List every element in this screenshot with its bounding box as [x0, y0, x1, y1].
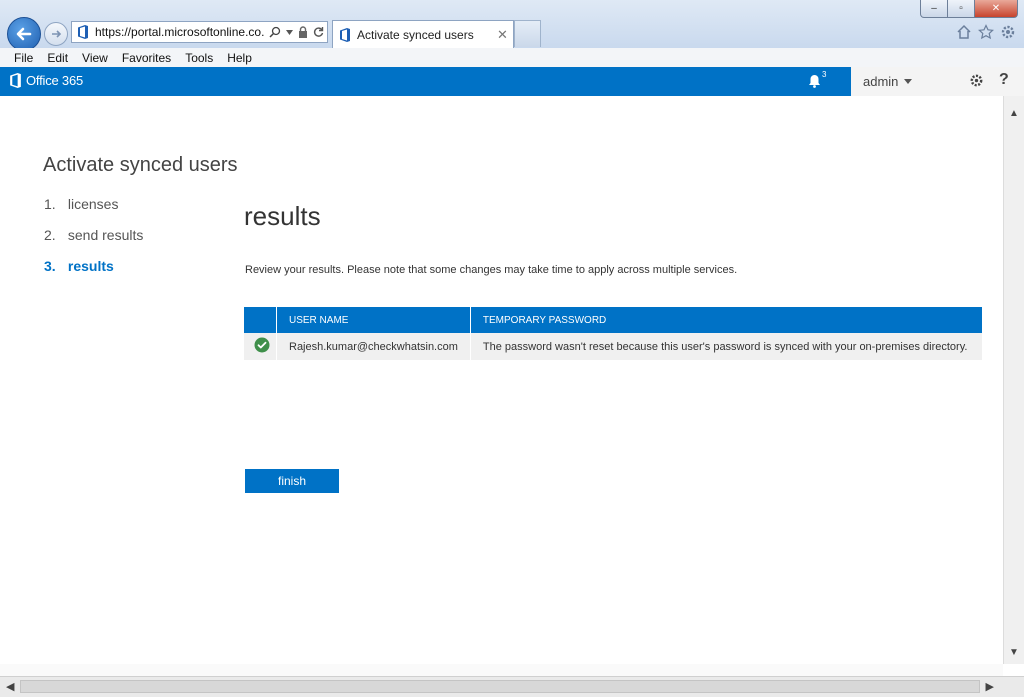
- menu-tools[interactable]: Tools: [185, 51, 213, 65]
- minimize-button[interactable]: –: [920, 0, 948, 18]
- tools-gear-icon[interactable]: [1000, 24, 1016, 40]
- vertical-scrollbar[interactable]: ▲ ▼: [1003, 96, 1024, 664]
- menu-favorites[interactable]: Favorites: [122, 51, 171, 65]
- browser-tab[interactable]: Activate synced users ✕: [332, 20, 514, 48]
- column-header-user-name: USER NAME: [276, 307, 471, 333]
- results-table: USER NAME TEMPORARY PASSWORD Rajesh.kuma…: [244, 307, 982, 360]
- horizontal-scroll-thumb[interactable]: [20, 680, 980, 693]
- search-icon[interactable]: [269, 26, 281, 38]
- notification-bell-icon[interactable]: [808, 74, 821, 88]
- menu-view[interactable]: View: [82, 51, 108, 65]
- chevron-down-icon[interactable]: [904, 79, 912, 84]
- horizontal-scrollbar[interactable]: ◀ ▶: [0, 676, 1024, 697]
- forward-button[interactable]: [44, 22, 68, 46]
- page-title: results: [244, 201, 321, 231]
- user-name-cell: Rajesh.kumar@checkwhatsin.com: [276, 333, 471, 360]
- tab-title: Activate synced users: [357, 27, 474, 42]
- table-row: Rajesh.kumar@checkwhatsin.com The passwo…: [244, 333, 982, 360]
- user-menu[interactable]: admin ?: [851, 67, 1024, 96]
- browser-right-icons: [956, 24, 1016, 40]
- lock-icon[interactable]: [298, 26, 308, 38]
- office365-logo[interactable]: Office 365: [9, 73, 83, 88]
- dropdown-arrow-icon[interactable]: [286, 29, 293, 35]
- scroll-right-icon[interactable]: ▶: [986, 680, 994, 693]
- brand-name: Office 365: [26, 73, 84, 88]
- success-check-icon: [254, 337, 270, 353]
- step-label: licenses: [67, 196, 119, 212]
- favorites-star-icon[interactable]: [978, 24, 994, 40]
- step-number: 2.: [44, 227, 56, 243]
- office-favicon-icon: [75, 24, 91, 40]
- window-controls: – ▫ ✕: [920, 0, 1018, 18]
- results-note: Review your results. Please note that so…: [245, 264, 738, 276]
- step-label: send results: [67, 227, 144, 243]
- menu-edit[interactable]: Edit: [47, 51, 68, 65]
- step-send-results: 2. send results: [44, 227, 143, 258]
- back-button[interactable]: [7, 17, 41, 51]
- page-content: Activate synced users 1. licenses 2. sen…: [0, 96, 1003, 664]
- office365-top-bar: Office 365 3 admin ?: [0, 67, 1024, 96]
- scroll-up-icon[interactable]: ▲: [1009, 108, 1019, 119]
- close-window-button[interactable]: ✕: [974, 0, 1018, 18]
- arrow-right-icon: [52, 30, 62, 38]
- help-icon[interactable]: ?: [999, 71, 1009, 89]
- browser-chrome: – ▫ ✕ https://portal.microsoftonline.co.…: [0, 0, 1024, 51]
- wizard-title: Activate synced users: [43, 154, 238, 176]
- address-bar[interactable]: https://portal.microsoftonline.co...: [71, 21, 328, 43]
- step-number: 1.: [44, 196, 56, 212]
- scroll-left-icon[interactable]: ◀: [6, 680, 14, 693]
- temporary-password-cell: The password wasn't reset because this u…: [470, 333, 982, 360]
- office-logo-icon: [10, 73, 21, 88]
- page-footer-strip: [0, 664, 1003, 676]
- step-number: 3.: [44, 258, 56, 274]
- notification-count: 3: [822, 70, 827, 79]
- new-tab-button[interactable]: [514, 20, 541, 47]
- step-results: 3. results: [44, 258, 143, 289]
- menu-help[interactable]: Help: [227, 51, 252, 65]
- column-header-temporary-password: TEMPORARY PASSWORD: [470, 307, 982, 333]
- scroll-down-icon[interactable]: ▼: [1009, 647, 1019, 658]
- menu-file[interactable]: File: [14, 51, 33, 65]
- status-column-header: [244, 307, 277, 333]
- table-header-row: USER NAME TEMPORARY PASSWORD: [244, 307, 982, 333]
- arrow-left-icon: [16, 27, 32, 41]
- refresh-icon[interactable]: [313, 26, 324, 38]
- user-name[interactable]: admin: [863, 74, 898, 89]
- status-cell: [244, 333, 277, 360]
- url-text[interactable]: https://portal.microsoftonline.co...: [95, 25, 265, 39]
- home-icon[interactable]: [956, 24, 972, 40]
- settings-gear-icon[interactable]: [969, 73, 984, 88]
- step-label: results: [67, 258, 114, 274]
- wizard-steps: 1. licenses 2. send results 3. results: [44, 196, 143, 289]
- menu-bar: File Edit View Favorites Tools Help: [0, 48, 1024, 68]
- restore-button[interactable]: ▫: [947, 0, 975, 18]
- office-tab-icon: [340, 27, 350, 42]
- step-licenses: 1. licenses: [44, 196, 143, 227]
- finish-button[interactable]: finish: [245, 469, 339, 493]
- close-tab-icon[interactable]: ✕: [497, 27, 508, 43]
